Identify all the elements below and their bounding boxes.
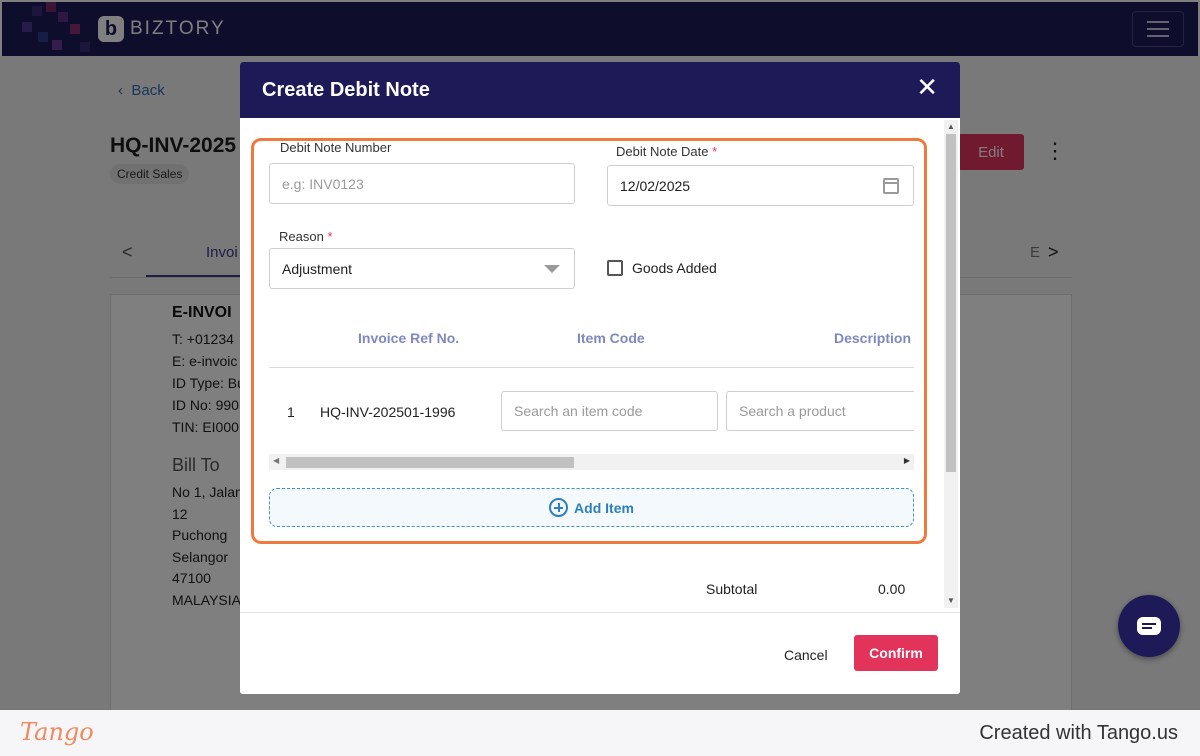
required-mark: *	[712, 144, 718, 159]
subtotal-value: 0.00	[878, 581, 906, 597]
debit-note-date-value: 12/02/2025	[620, 177, 691, 194]
required-mark: *	[327, 229, 333, 244]
reason-label-text: Reason	[279, 229, 324, 244]
scroll-right-icon[interactable]: ▶	[904, 456, 910, 465]
reason-select[interactable]: Adjustment	[269, 248, 575, 289]
product-placeholder: Search a product	[739, 403, 846, 419]
chat-icon	[1137, 617, 1161, 635]
reason-value: Adjustment	[282, 260, 353, 277]
subtotal-label: Subtotal	[706, 581, 758, 597]
item-code-search-input[interactable]: Search an item code	[501, 391, 718, 431]
scrollbar-thumb[interactable]	[946, 134, 956, 472]
calendar-icon[interactable]	[883, 178, 899, 194]
scrollbar-thumb[interactable]	[286, 457, 574, 468]
col-header-item-code: Item Code	[577, 330, 645, 346]
close-icon[interactable]: ✕	[916, 74, 938, 100]
goods-added-label[interactable]: Goods Added	[632, 260, 717, 276]
row-invoice-ref: HQ-INV-202501-1996	[320, 404, 456, 420]
debit-note-number-label: Debit Note Number	[280, 140, 392, 155]
dialog-footer: Cancel Confirm	[240, 612, 960, 694]
dialog-header: Create Debit Note ✕	[240, 62, 960, 118]
dialog-title: Create Debit Note	[262, 79, 430, 101]
scroll-left-icon[interactable]: ◀	[273, 456, 279, 465]
confirm-button[interactable]: Confirm	[854, 635, 938, 671]
tango-logo: Tango	[20, 718, 94, 746]
debit-note-number-input[interactable]: e.g: INV0123	[269, 163, 575, 204]
scroll-down-icon[interactable]: ▼	[947, 596, 955, 605]
cancel-button[interactable]: Cancel	[770, 643, 842, 667]
table-header-divider	[269, 367, 914, 368]
col-header-description: Description	[834, 330, 912, 346]
debit-note-date-input[interactable]: 12/02/2025	[607, 165, 914, 206]
goods-added-checkbox[interactable]	[607, 260, 623, 276]
product-search-input[interactable]: Search a product	[726, 391, 914, 431]
reason-label: Reason *	[279, 229, 333, 244]
created-with-text: Created with Tango.us	[979, 722, 1178, 744]
create-debit-note-dialog: Create Debit Note ✕ Debit Note Number e.…	[240, 62, 960, 694]
dialog-vertical-scrollbar[interactable]: ▲ ▼	[944, 120, 958, 608]
chevron-down-icon	[544, 265, 560, 273]
chat-widget-button[interactable]	[1118, 595, 1180, 657]
plus-circle-icon	[549, 498, 569, 517]
table-horizontal-scrollbar[interactable]: ◀ ▶	[269, 454, 914, 470]
debit-note-number-placeholder: e.g: INV0123	[282, 175, 364, 192]
debit-note-date-label: Debit Note Date *	[616, 144, 717, 159]
col-header-invoice-ref: Invoice Ref No.	[358, 330, 460, 346]
tango-footer: Tango Created with Tango.us	[0, 710, 1200, 756]
add-item-label: Add Item	[574, 499, 634, 516]
row-index: 1	[287, 404, 295, 420]
debit-note-date-label-text: Debit Note Date	[616, 144, 709, 159]
scroll-up-icon[interactable]: ▲	[947, 122, 955, 131]
add-item-button[interactable]: Add Item	[269, 488, 914, 527]
item-code-placeholder: Search an item code	[514, 403, 643, 419]
